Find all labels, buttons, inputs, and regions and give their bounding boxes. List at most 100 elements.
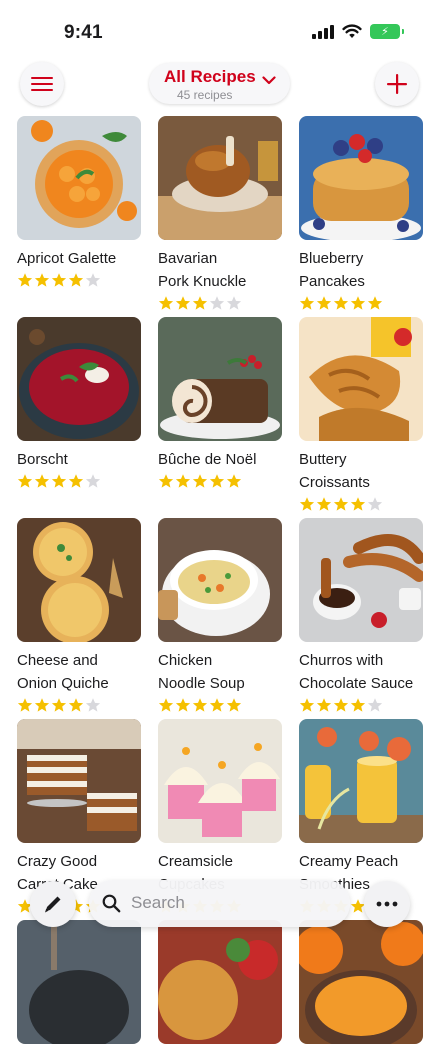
star-filled-icon (68, 698, 84, 712)
star-filled-icon (158, 296, 174, 310)
recipe-card[interactable] (158, 920, 283, 1044)
star-rating (299, 295, 424, 311)
menu-button[interactable] (20, 62, 64, 106)
star-filled-icon (209, 698, 225, 712)
recipe-photo (299, 719, 423, 843)
recipe-collection-picker[interactable]: All Recipes 45 recipes (149, 63, 290, 104)
star-filled-icon (34, 273, 50, 287)
recipe-name: Apricot Galette (17, 250, 117, 267)
star-rating (299, 697, 424, 713)
recipe-card[interactable]: Apricot Galette (17, 116, 142, 288)
star-filled-icon (34, 698, 50, 712)
star-filled-icon (17, 474, 33, 488)
pencil-icon (45, 896, 61, 913)
star-filled-icon (350, 698, 366, 712)
status-icons: ⚡ (312, 24, 404, 39)
star-filled-icon (17, 273, 33, 287)
star-filled-icon (17, 698, 33, 712)
recipe-photo (299, 317, 423, 441)
star-filled-icon (192, 698, 208, 712)
star-filled-icon (350, 296, 366, 310)
star-filled-icon (209, 474, 225, 488)
star-filled-icon (333, 698, 349, 712)
recipe-name: Bavarian Pork Knuckle (158, 250, 247, 290)
star-filled-icon (175, 698, 191, 712)
star-rating (158, 473, 283, 489)
status-bar: 9:41 ⚡ (0, 0, 440, 60)
star-filled-icon (367, 296, 383, 310)
ellipsis-icon (376, 901, 398, 907)
star-empty-icon (85, 698, 101, 712)
recipe-card[interactable]: Bûche de Noël (158, 317, 283, 489)
recipe-card[interactable]: Churros with Chocolate Sauce (299, 518, 424, 713)
star-filled-icon (51, 698, 67, 712)
star-filled-icon (333, 296, 349, 310)
star-empty-icon (209, 296, 225, 310)
star-filled-icon (158, 474, 174, 488)
recipe-name: Blueberry Pancakes (299, 250, 365, 290)
recipe-photo (158, 719, 282, 843)
recipe-card[interactable]: Borscht (17, 317, 142, 489)
star-rating (158, 295, 283, 311)
magnifier-icon (102, 894, 121, 913)
battery-charging-icon: ⚡ (370, 24, 404, 39)
star-filled-icon (316, 698, 332, 712)
add-recipe-button[interactable] (375, 62, 419, 106)
star-filled-icon (175, 296, 191, 310)
wifi-icon (342, 24, 362, 38)
star-empty-icon (367, 497, 383, 511)
recipe-photo (299, 920, 423, 1044)
recipe-name: Churros with Chocolate Sauce (299, 652, 414, 692)
plus-icon (387, 74, 407, 94)
recipe-name: Cheese and Onion Quiche (17, 652, 109, 692)
search-bar[interactable] (89, 880, 350, 927)
recipe-card[interactable] (17, 920, 142, 1044)
recipe-card[interactable]: Blueberry Pancakes (299, 116, 424, 311)
recipe-name: Chicken Noodle Soup (158, 652, 245, 692)
recipe-card[interactable]: Buttery Croissants (299, 317, 424, 512)
cellular-signal-icon (312, 24, 334, 39)
recipe-card[interactable]: Chicken Noodle Soup (158, 518, 283, 713)
edit-button[interactable] (30, 881, 76, 927)
recipe-name: Borscht (17, 451, 68, 468)
star-rating (299, 496, 424, 512)
star-empty-icon (85, 273, 101, 287)
recipe-card[interactable]: Cheese and Onion Quiche (17, 518, 142, 713)
more-options-button[interactable] (364, 881, 410, 927)
recipe-photo (158, 518, 282, 642)
star-rating (17, 697, 142, 713)
recipe-card[interactable]: Bavarian Pork Knuckle (158, 116, 283, 311)
recipe-photo (17, 719, 141, 843)
recipe-photo (158, 116, 282, 240)
star-filled-icon (51, 474, 67, 488)
recipe-name: Bûche de Noël (158, 451, 257, 468)
star-filled-icon (68, 474, 84, 488)
star-filled-icon (51, 273, 67, 287)
recipe-count: 45 recipes (177, 88, 233, 102)
recipe-photo (299, 116, 423, 240)
star-empty-icon (226, 296, 242, 310)
star-filled-icon (299, 497, 315, 511)
star-filled-icon (333, 497, 349, 511)
hamburger-menu-icon (31, 77, 53, 91)
recipe-photo (17, 116, 141, 240)
status-time: 9:41 (64, 22, 103, 43)
star-filled-icon (158, 698, 174, 712)
star-rating (158, 697, 283, 713)
star-filled-icon (192, 474, 208, 488)
star-filled-icon (299, 698, 315, 712)
recipe-photo (158, 317, 282, 441)
recipe-photo (17, 920, 141, 1044)
star-filled-icon (316, 497, 332, 511)
recipe-name: Buttery Croissants (299, 451, 370, 491)
search-input[interactable] (129, 892, 333, 914)
recipe-card[interactable] (299, 920, 424, 1044)
page-title: All Recipes (164, 67, 256, 86)
star-filled-icon (299, 296, 315, 310)
star-filled-icon (316, 296, 332, 310)
star-empty-icon (85, 474, 101, 488)
star-filled-icon (350, 497, 366, 511)
chevron-down-icon (262, 76, 276, 85)
star-filled-icon (34, 474, 50, 488)
star-filled-icon (175, 474, 191, 488)
